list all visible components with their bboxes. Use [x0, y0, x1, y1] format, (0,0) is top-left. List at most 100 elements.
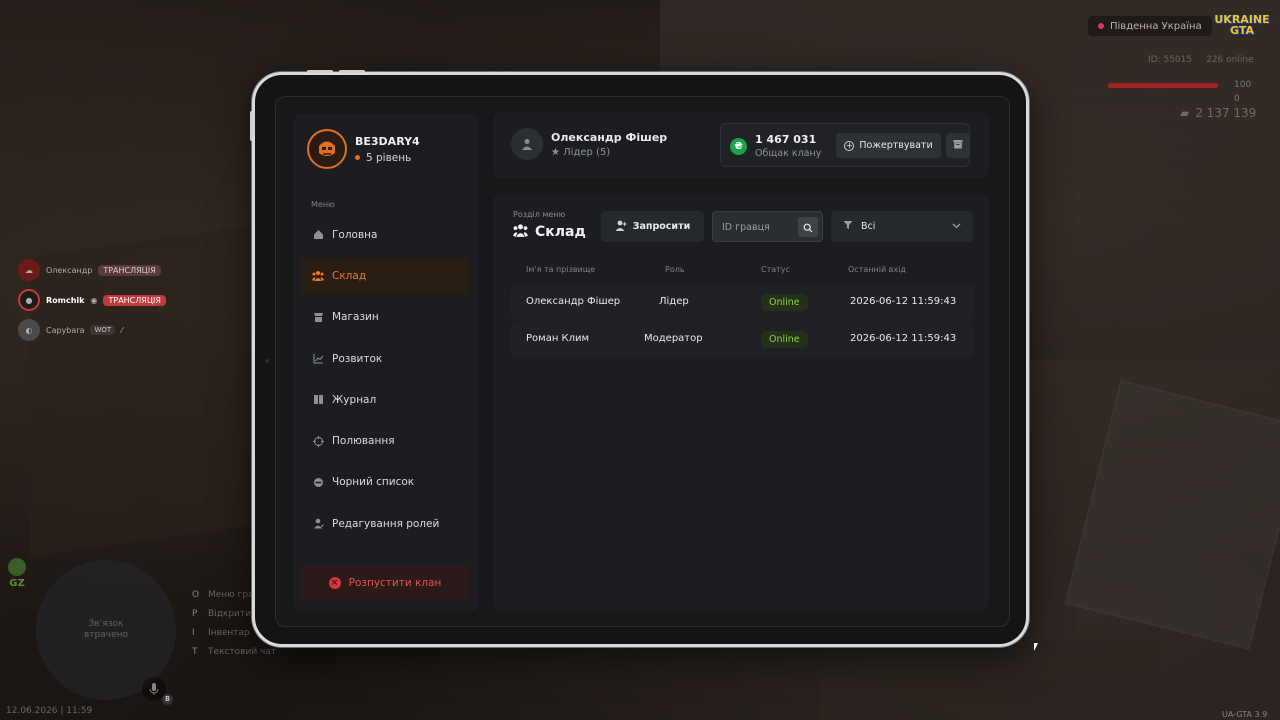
column-header: Останній вхід [848, 265, 906, 274]
warehouse-section: Розділ меню Склад Запросити Всі [493, 193, 989, 611]
sidebar: BE3DARY4 5 рівень Меню Головна Склад Маг… [293, 114, 479, 611]
mic-key-badge: B [162, 694, 173, 705]
voice-row: ☁ Олександр ТРАНСЛЯЦІЯ [18, 259, 166, 281]
section-label: Розділ меню [513, 210, 566, 219]
game-datetime: 12.06.2026 | 11:59 [6, 706, 93, 716]
hud-money: ▰ 2 137 139 [1180, 106, 1257, 120]
user-edit-icon [312, 518, 324, 530]
broadcast-badge: ТРАНСЛЯЦІЯ [98, 264, 161, 276]
sidebar-item-warehouse[interactable]: Склад [301, 258, 469, 294]
game-version: UA-GTA 3.9 [1222, 710, 1268, 719]
sidebar-item-home[interactable]: Головна [301, 217, 469, 252]
hud-region-label: Південна Україна [1110, 20, 1202, 32]
tablet-top-button [307, 70, 333, 73]
profile-name: BE3DARY4 [355, 134, 420, 148]
tablet-top-button [339, 70, 365, 73]
eye-icon: ◉ [90, 295, 98, 305]
tablet-device: BE3DARY4 5 рівень Меню Головна Склад Маг… [250, 70, 1029, 647]
server-logo: UKRAINE GTA [1214, 13, 1270, 37]
clan-bank: ₴ 1 467 031 Общак клану + Пожертвувати [720, 123, 970, 167]
search-icon [803, 218, 813, 237]
member-name: Роман Клим [526, 333, 590, 344]
background-certificate [1065, 380, 1280, 650]
table-row[interactable]: Олександр Фішер Лідер Online 2026-06-12 … [511, 285, 973, 321]
donate-button[interactable]: + Пожертвувати [836, 133, 941, 158]
online-count: 226 online [1206, 55, 1254, 65]
people-icon [513, 223, 528, 241]
voice-avatar: ● [18, 289, 40, 311]
member-role: Модератор [644, 333, 703, 344]
ban-icon [312, 476, 324, 488]
gangzone-indicator: GZ [8, 558, 26, 589]
star-icon: ★ [551, 146, 560, 158]
player-id: ID: 55015 [1148, 55, 1193, 65]
leader-name: Олександр Фішер [551, 130, 668, 144]
column-header: Ім'я та прізвище [526, 265, 596, 274]
status-filter-select[interactable]: Всі [831, 211, 973, 242]
clan-panel: BE3DARY4 5 рівень Меню Головна Склад Маг… [275, 96, 1010, 627]
muted-icon: ⁄ [121, 325, 123, 335]
profile: BE3DARY4 5 рівень [307, 129, 420, 169]
user-avatar-icon [511, 128, 543, 160]
column-header: Статус [761, 265, 790, 274]
archive-icon [953, 139, 963, 152]
column-header: Роль [665, 265, 685, 274]
gangzone-icon [8, 558, 26, 576]
bank-amount: 1 467 031 [755, 133, 817, 146]
mouse-cursor-icon [1034, 643, 1038, 651]
game-badge: WOT [90, 325, 116, 335]
broadcast-badge: ТРАНСЛЯЦІЯ [103, 294, 166, 306]
filter-icon [843, 220, 853, 233]
book-icon [312, 394, 324, 406]
invite-button[interactable]: Запросити [601, 211, 704, 242]
search-button[interactable] [798, 217, 818, 237]
chevron-down-icon [952, 221, 961, 232]
bank-label: Общак клану [755, 148, 822, 159]
archive-button[interactable] [946, 133, 970, 158]
sidebar-item-roles[interactable]: Редагування ролей [301, 506, 469, 541]
profile-level: 5 рівень [355, 152, 420, 164]
last-login: 2026-06-12 11:59:43 [850, 296, 957, 307]
close-circle-icon: × [328, 576, 341, 589]
voice-avatar: ◐ [18, 319, 40, 341]
leader-info: Олександр Фішер ★ Лідер (5) [511, 128, 667, 160]
sidebar-menu: Головна Склад Магазин Розвиток Журнал По… [301, 217, 469, 541]
armor-bar [1108, 97, 1218, 102]
table-header: Ім'я та прізвище Роль Статус Останній вх… [511, 265, 973, 279]
menu-label: Меню [311, 200, 335, 209]
chart-icon [312, 353, 324, 365]
tablet-side-button [250, 111, 253, 141]
level-dot-icon [355, 155, 360, 160]
shop-icon [312, 311, 324, 323]
hud-region: Південна Україна [1088, 16, 1212, 36]
armor-value: 0 [1234, 94, 1240, 104]
member-name: Олександр Фішер [526, 296, 621, 307]
crosshair-icon [312, 435, 324, 447]
voice-row: ◐ Capybara WOT ⁄ [18, 319, 166, 341]
dissolve-clan-button[interactable]: × Розпустити клан [301, 565, 469, 600]
home-icon [312, 229, 324, 241]
sidebar-item-shop[interactable]: Магазин [301, 300, 469, 335]
sidebar-item-journal[interactable]: Журнал [301, 382, 469, 417]
health-bar [1108, 83, 1218, 88]
player-id-search [712, 211, 823, 242]
leader-role: ★ Лідер (5) [551, 146, 611, 158]
hryvnia-coin-icon: ₴ [730, 138, 747, 155]
sidebar-item-blacklist[interactable]: Чорний список [301, 465, 469, 500]
sidebar-item-progress[interactable]: Розвиток [301, 341, 469, 376]
last-login: 2026-06-12 11:59:43 [850, 333, 957, 344]
status-badge: Online [761, 331, 808, 348]
member-role: Лідер [659, 296, 689, 307]
plus-icon: + [844, 140, 855, 151]
sidebar-item-hunting[interactable]: Полювання [301, 423, 469, 458]
health-value: 100 [1234, 80, 1252, 90]
table-row[interactable]: Роман Клим Модератор Online 2026-06-12 1… [511, 322, 973, 358]
money-icon: ▰ [1180, 106, 1190, 120]
hotkey: T Текстовий чат [192, 647, 277, 657]
tablet-camera [265, 359, 269, 363]
voice-row: ● Romchik ◉ ТРАНСЛЯЦІЯ [18, 289, 166, 311]
people-icon [312, 270, 324, 282]
player-id-input[interactable] [722, 219, 792, 235]
section-title: Склад [513, 223, 586, 241]
voice-avatar: ☁ [18, 259, 40, 281]
